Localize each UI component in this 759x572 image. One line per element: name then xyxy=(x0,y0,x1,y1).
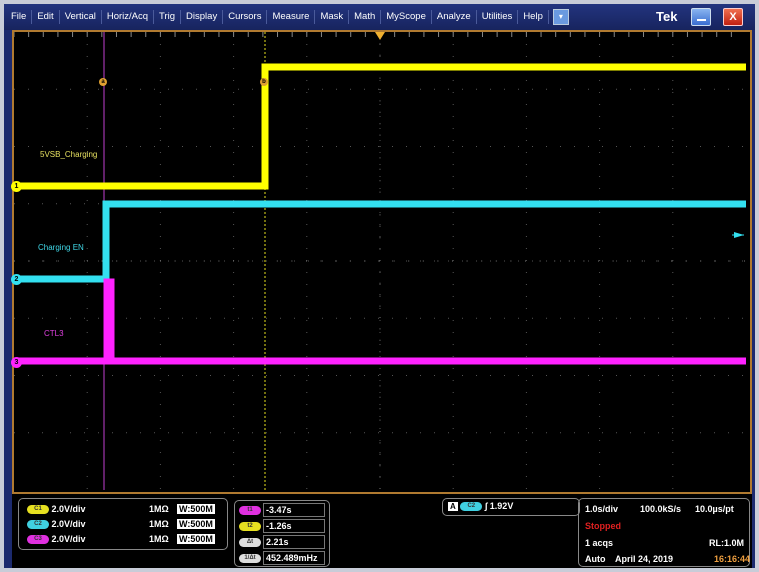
trigger-channel-pill: C2 xyxy=(460,502,483,512)
menu-cursors[interactable]: Cursors xyxy=(223,10,268,24)
menu-bar: File Edit Vertical Horiz/Acq Trig Displa… xyxy=(4,4,755,30)
dropdown-icon[interactable]: ▾ xyxy=(552,9,569,25)
menu-utilities[interactable]: Utilities xyxy=(477,10,519,24)
scope-window: File Edit Vertical Horiz/Acq Trig Displa… xyxy=(4,4,755,568)
ch3-marker[interactable]: 3 xyxy=(11,357,22,368)
channel-row[interactable]: C3 2.0V/div xyxy=(27,534,86,545)
cursor-value: 452.489mHz xyxy=(263,551,325,565)
status-panel: C1 2.0V/div 1MΩ W:500M C2 2.0V/div 1MΩ W:… xyxy=(12,494,752,568)
channel-scale: 2.0V/div xyxy=(51,519,86,529)
close-button[interactable]: X xyxy=(723,8,743,26)
channel-settings: C1 2.0V/div 1MΩ W:500M C2 2.0V/div 1MΩ W:… xyxy=(18,498,228,550)
ch1-marker[interactable]: 1 xyxy=(11,181,22,192)
menu-analyze[interactable]: Analyze xyxy=(432,10,477,24)
menu-file[interactable]: File xyxy=(6,10,33,24)
menu-vertical[interactable]: Vertical xyxy=(60,10,102,24)
cursor-b-marker[interactable]: b xyxy=(260,78,268,86)
menu-measure[interactable]: Measure xyxy=(267,10,316,24)
menu-trig[interactable]: Trig xyxy=(154,10,182,24)
channel-scale: 2.0V/div xyxy=(51,504,86,514)
time-per-point: 10.0µs/pt xyxy=(695,504,734,514)
acquisition-readout[interactable]: 1.0s/div 100.0kS/s 10.0µs/pt Stopped 1 a… xyxy=(578,498,750,567)
menu-myscope[interactable]: MyScope xyxy=(381,10,432,24)
minimize-icon xyxy=(697,19,706,21)
ch1-label: 5VSB_Charging xyxy=(40,150,98,159)
ch2-label: Charging EN xyxy=(38,243,84,252)
ch3-trace xyxy=(14,278,746,365)
menu-edit[interactable]: Edit xyxy=(32,10,60,24)
cursor-pill: t1 xyxy=(239,506,261,516)
trigger-source-letter: A xyxy=(448,502,458,511)
ch2-marker[interactable]: 2 xyxy=(11,274,22,285)
channel-pill: C1 xyxy=(27,505,49,515)
menu-horiz-acq[interactable]: Horiz/Acq xyxy=(102,10,155,24)
channel-bandwidth: W:500M xyxy=(177,504,215,514)
sample-rate: 100.0kS/s xyxy=(640,504,682,514)
menu-mask[interactable]: Mask xyxy=(315,10,350,24)
channel-scale: 2.0V/div xyxy=(51,534,86,544)
channel-pill: C3 xyxy=(27,535,49,545)
cursor-value: 2.21s xyxy=(263,535,325,549)
channel-impedance: 1MΩ xyxy=(149,504,169,514)
acq-state: Stopped xyxy=(585,521,621,531)
date: April 24, 2019 xyxy=(615,554,674,564)
trigger-level: 1.92V xyxy=(489,501,514,511)
waveform-display[interactable]: 5VSB_Charging Charging EN CTL3 1 2 3 a b xyxy=(11,30,752,494)
cursor-pill: 1/Δt xyxy=(239,554,261,564)
channel-pill: C2 xyxy=(27,520,49,530)
timebase: 1.0s/div xyxy=(585,504,619,514)
trigger-slope-icon: ∫ xyxy=(484,501,488,511)
channel-row[interactable]: C2 2.0V/div xyxy=(27,519,86,530)
trigger-position-icon xyxy=(375,32,385,40)
menu-display[interactable]: Display xyxy=(181,10,224,24)
channel-impedance: 1MΩ xyxy=(149,534,169,544)
channel-bandwidth: W:500M xyxy=(177,534,215,544)
channel-bandwidth: W:500M xyxy=(177,519,215,529)
brand-logo: Tek xyxy=(656,9,678,24)
trigger-readout[interactable]: A C2 ∫ 1.92V xyxy=(442,498,580,516)
graticule xyxy=(14,32,746,490)
cursor-a-marker[interactable]: a xyxy=(99,78,107,86)
cursor-pill: Δt xyxy=(239,538,261,548)
channel-row[interactable]: C1 2.0V/div xyxy=(27,504,86,515)
cursor-readout: t1 -3.47s t2 -1.26s Δt 2.21s 1/Δt 452.489mH… xyxy=(234,500,330,567)
acq-count: 1 acqs xyxy=(585,538,614,548)
time: 16:16:44 xyxy=(714,554,751,564)
ch3-label: CTL3 xyxy=(44,329,64,338)
cursor-value: -1.26s xyxy=(263,519,325,533)
trigger-mode: Auto xyxy=(585,554,606,564)
cursor-pill: t2 xyxy=(239,522,261,532)
menu-help[interactable]: Help xyxy=(518,10,549,24)
cursor-value: -3.47s xyxy=(263,503,325,517)
minimize-button[interactable] xyxy=(691,8,711,26)
record-length: RL:1.0M xyxy=(709,538,745,548)
channel-impedance: 1MΩ xyxy=(149,519,169,529)
menu-math[interactable]: Math xyxy=(349,10,382,24)
ch1-trace xyxy=(14,63,746,190)
